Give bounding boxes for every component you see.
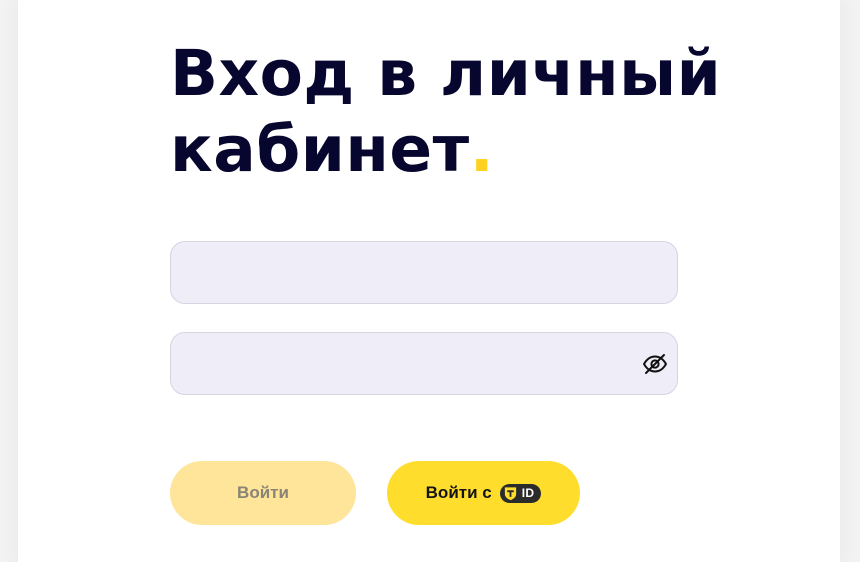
eye-slash-icon [643,354,667,374]
tid-logo: ID [499,483,542,503]
login-button[interactable]: Войти [170,461,356,525]
title-line-2: кабинет [170,113,470,186]
tid-badge-text: ID [521,486,535,500]
tid-button-label: Войти с [425,483,492,502]
page-title: Вход в личный кабинет. [170,36,721,188]
login-with-tid-button[interactable]: Войти с ID [387,461,580,525]
password-visibility-toggle[interactable] [640,351,670,377]
title-accent-dot: . [469,113,495,186]
password-input[interactable] [170,332,678,395]
login-button-label: Войти [237,483,289,502]
title-line-1: Вход в личный [170,37,722,110]
t-shield-icon [504,486,516,500]
login-input[interactable] [170,241,678,304]
